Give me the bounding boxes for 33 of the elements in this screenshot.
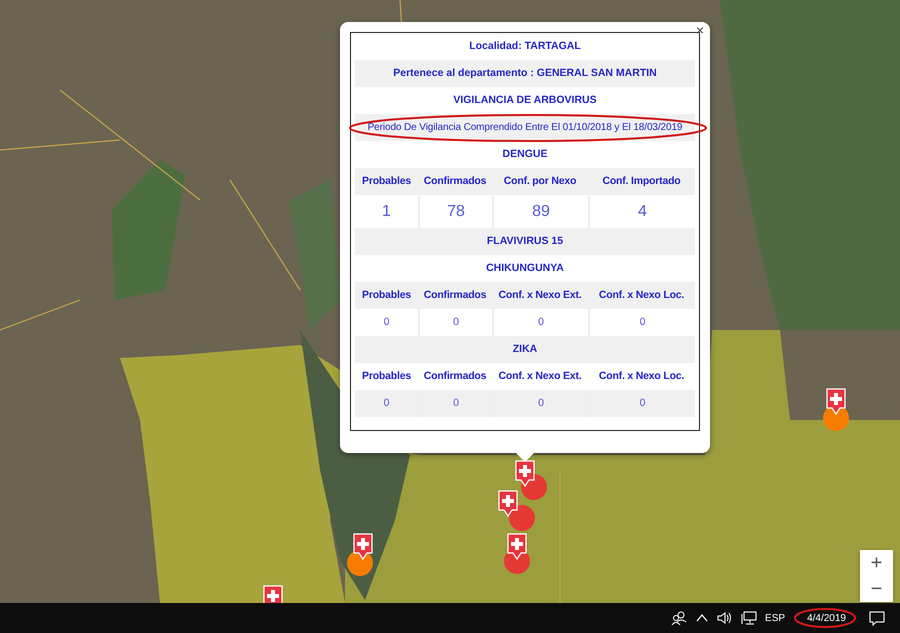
column-header: Probables	[361, 288, 412, 303]
table-cell: 0	[492, 390, 588, 417]
zoom-out-button[interactable]: −	[860, 576, 893, 602]
table-heading: ZIKA	[355, 336, 695, 363]
table-cell-text: 0	[382, 315, 390, 330]
close-button[interactable]: ×	[694, 22, 706, 38]
table-heading: VIGILANCIA DE ARBOVIRUS	[452, 93, 598, 108]
column-header: Conf. Importado	[601, 174, 682, 189]
zoom-in-button[interactable]: +	[860, 550, 893, 576]
notification-icon[interactable]	[868, 610, 886, 626]
network-icon[interactable]	[741, 610, 758, 626]
table-cell: 0	[588, 390, 695, 417]
language-indicator[interactable]: ESP	[765, 610, 786, 626]
table-cell: 0	[418, 390, 492, 417]
column-header: Conf. x Nexo Loc.	[598, 369, 686, 384]
column-header: Probables	[361, 369, 412, 384]
table-heading: Localidad: TARTAGAL	[468, 39, 582, 54]
people-icon[interactable]	[671, 610, 688, 626]
speaker-icon[interactable]	[717, 610, 734, 626]
column-header: Confirmados	[422, 369, 488, 384]
column-header: Conf. x Nexo Ext.	[498, 369, 582, 384]
column-header: Confirmados	[422, 288, 488, 303]
column-header: Probables	[361, 174, 412, 189]
table-heading: FLAVIVIRUS 15	[355, 228, 695, 255]
table-cell-text: 1	[381, 202, 392, 222]
column-header: Conf. x Nexo Loc.	[598, 288, 686, 303]
column-header: Confirmados	[422, 174, 488, 189]
table-heading: DENGUE	[502, 147, 548, 162]
column-header: Conf. x Nexo Ext.	[498, 288, 582, 303]
table-heading: CHIKUNGUNYA	[485, 261, 565, 276]
column-header: Conf. por Nexo	[502, 174, 578, 189]
table-heading: Pertenece al departamento : GENERAL SAN MARTIN	[355, 60, 695, 87]
table-cell-text: 0	[382, 396, 390, 411]
